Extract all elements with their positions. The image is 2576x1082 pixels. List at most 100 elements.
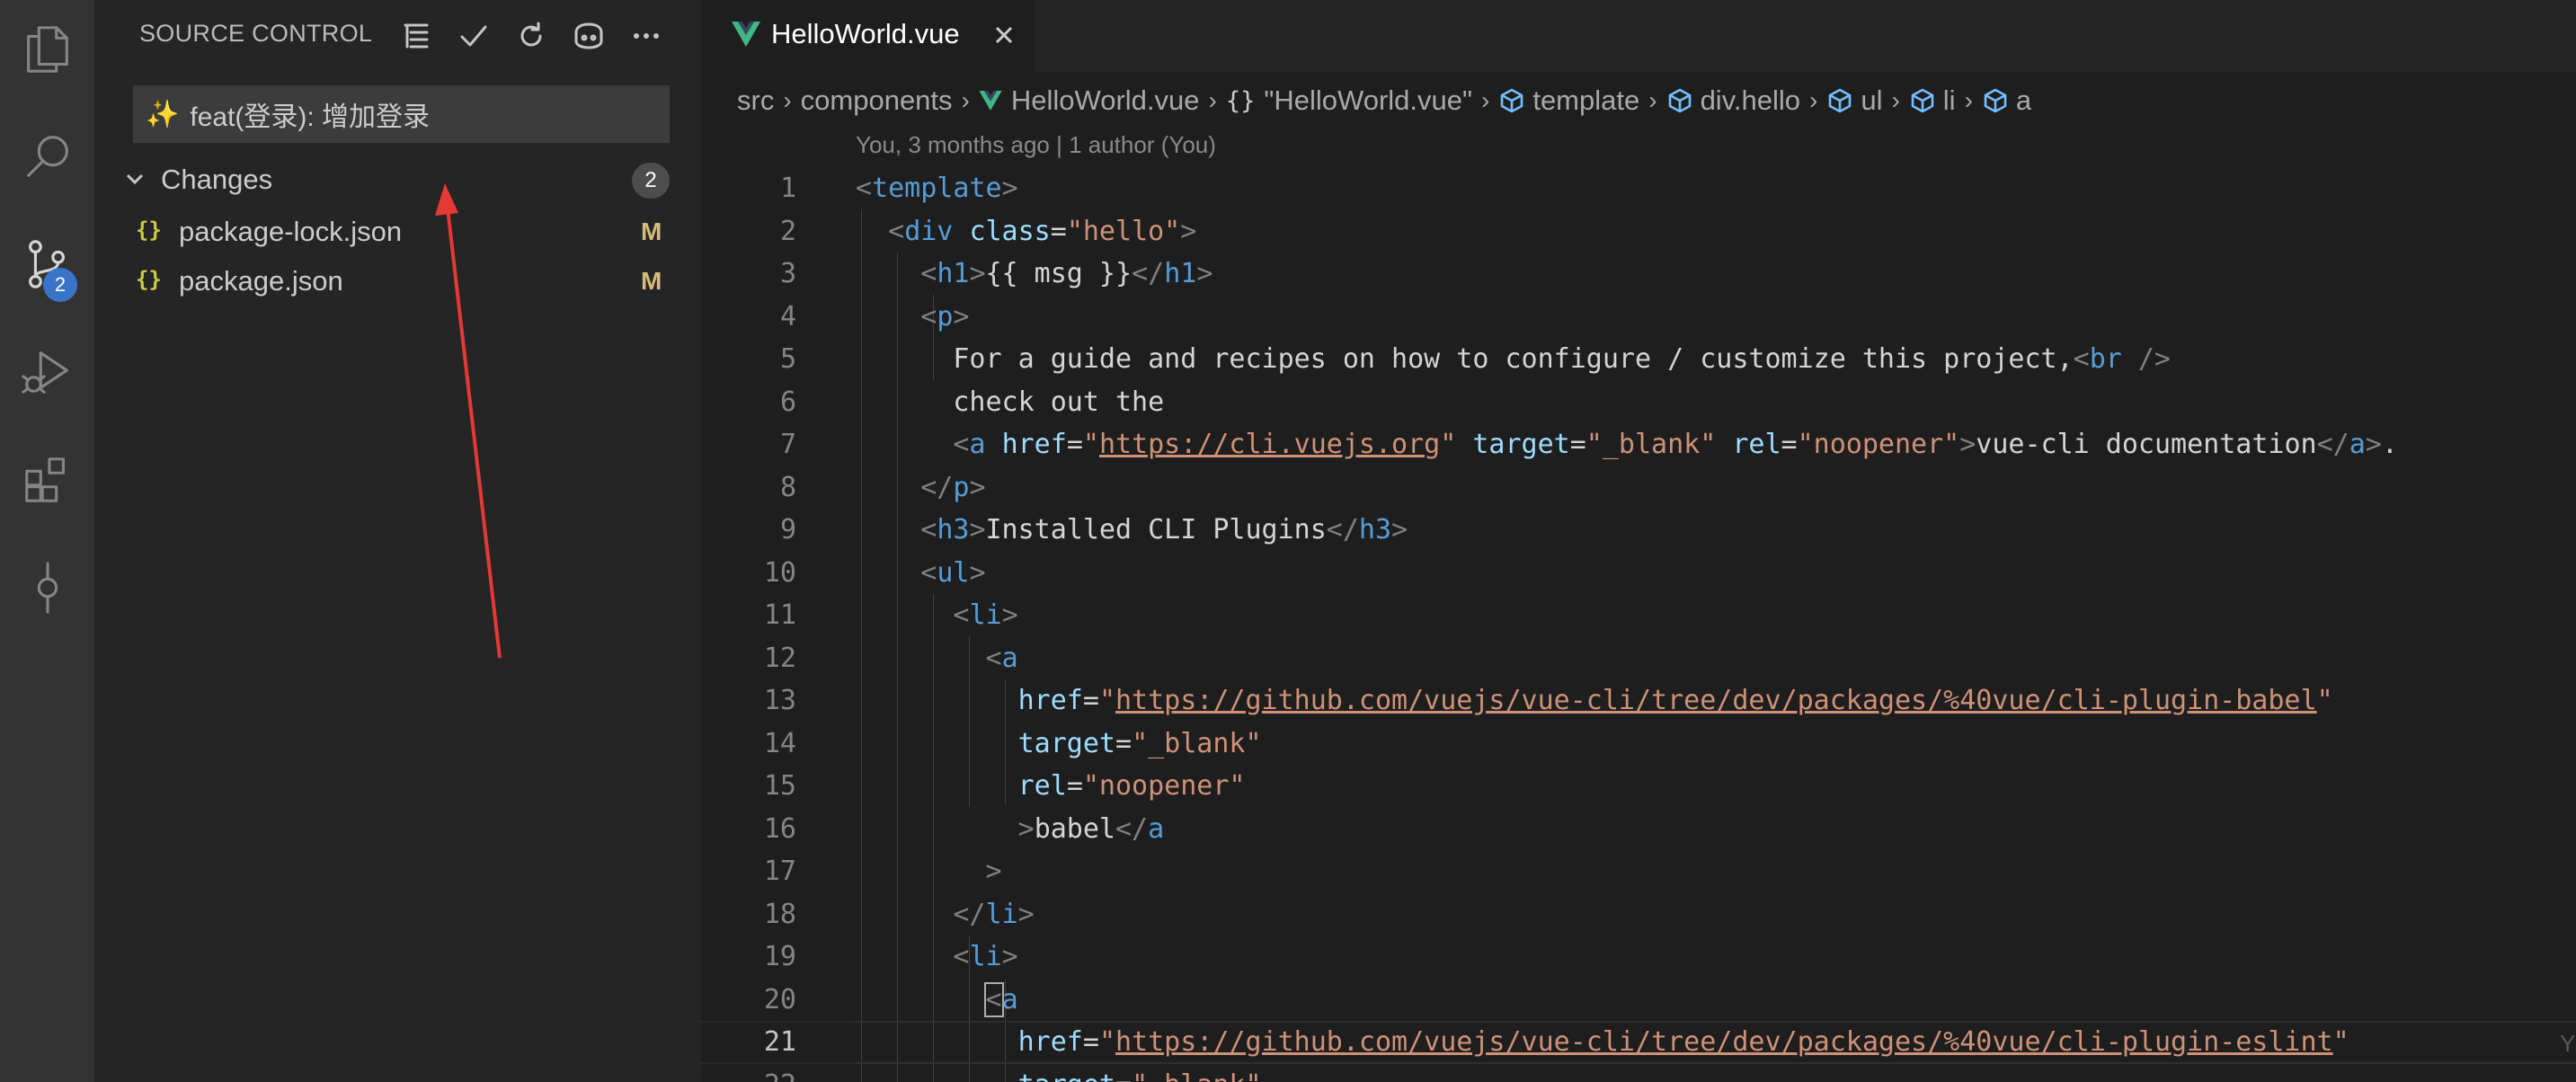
- code-line-current: 21 href="https://github.com/vuejs/vue-cl…: [701, 1021, 2576, 1064]
- code-token: "noopener": [1082, 770, 1246, 802]
- code-token: p: [937, 300, 954, 333]
- source-control-panel: SOURCE CONTROL ✨ feat(登录): 增加登录 Changes …: [94, 0, 701, 1082]
- tab-helloworld-vue[interactable]: HelloWorld.vue: [701, 0, 1035, 72]
- sparkle-icon[interactable]: ✨: [146, 99, 179, 130]
- code-token: target: [1472, 429, 1570, 460]
- code-text: <h3>Installed CLI Plugins</h3>: [920, 514, 1408, 545]
- line-number: 17: [763, 856, 796, 887]
- code-token: >: [985, 856, 1002, 887]
- activity-bar: 2: [0, 0, 94, 1082]
- code-line: 7 <a href="https://cli.vuejs.org" target…: [701, 423, 2576, 466]
- code-token: a: [1001, 642, 1018, 674]
- close-icon[interactable]: [989, 20, 1019, 50]
- code-text: href="https://github.com/vuejs/vue-cli/t…: [1017, 685, 2333, 716]
- matched-bracket: <: [983, 981, 1004, 1017]
- changed-file-row[interactable]: {} package.json M: [94, 256, 701, 305]
- chevron-right-icon: ›: [1891, 86, 1900, 114]
- breadcrumb-components[interactable]: components: [801, 84, 953, 117]
- breadcrumb-a[interactable]: a: [1982, 84, 2031, 117]
- cube-icon: [1984, 88, 2007, 113]
- panel-header: SOURCE CONTROL: [94, 0, 701, 72]
- file-name: package.json: [179, 265, 343, 297]
- code-token: ": [1440, 429, 1457, 460]
- line-number: 12: [763, 642, 796, 674]
- tab-label: HelloWorld.vue: [771, 18, 960, 49]
- breadcrumb-object[interactable]: {} "HelloWorld.vue": [1226, 84, 1472, 117]
- breadcrumb-div[interactable]: div.hello: [1666, 84, 1800, 117]
- line-number: 20: [763, 983, 796, 1015]
- code-token: babel: [1034, 812, 1115, 845]
- code-text: <a: [985, 642, 1018, 674]
- code-text: <a: [856, 979, 1018, 1022]
- code-token: rel: [1017, 770, 1067, 802]
- code-text: <a href="https://cli.vuejs.org" target="…: [953, 429, 2398, 460]
- breadcrumb-file-label: HelloWorld.vue: [1010, 84, 1200, 116]
- source-control-icon[interactable]: 2: [0, 221, 94, 307]
- copilot-icon[interactable]: [569, 16, 608, 56]
- code-token: href: [1017, 685, 1083, 716]
- chevron-down-icon[interactable]: [121, 165, 148, 192]
- file-name: package-lock.json: [179, 216, 403, 247]
- code-token: check out the: [953, 386, 1165, 418]
- code-text: </p>: [920, 471, 986, 503]
- chevron-right-icon: ›: [1208, 86, 1217, 114]
- code-token: h1: [937, 258, 970, 289]
- changed-file-row[interactable]: {} package-lock.json M: [94, 207, 701, 255]
- vue-file-icon: [979, 91, 1002, 111]
- chevron-right-icon: ›: [961, 86, 970, 114]
- line-number: 21: [763, 1026, 796, 1058]
- commit-message-input[interactable]: ✨ feat(登录): 增加登录: [133, 85, 670, 143]
- git-commit-icon[interactable]: [0, 545, 94, 631]
- code-line: 10 <ul>: [701, 552, 2576, 595]
- git-blame-codelens[interactable]: You, 3 months ago | 1 author (You): [856, 131, 1216, 159]
- code-token: a: [969, 429, 986, 460]
- code-token: li: [969, 941, 1002, 972]
- breadcrumb-src[interactable]: src: [737, 84, 774, 117]
- json-file-icon: {}: [136, 267, 162, 292]
- code-line: 12 <a: [701, 637, 2576, 680]
- code-link[interactable]: https://github.com/vuejs/vue-cli/tree/de…: [1115, 1026, 2333, 1058]
- chevron-right-icon: ›: [1809, 86, 1818, 114]
- chevron-right-icon: ›: [1481, 86, 1490, 114]
- commit-check-icon[interactable]: [454, 16, 493, 56]
- line-number: 1: [779, 173, 796, 204]
- code-token: ul: [937, 556, 970, 589]
- explorer-icon[interactable]: [0, 5, 94, 92]
- code-line: 1 <template>: [701, 167, 2576, 210]
- line-number: 11: [763, 599, 796, 631]
- code-link[interactable]: https://github.com/vuejs/vue-cli/tree/de…: [1115, 685, 2317, 716]
- code-text: target="_blank": [1017, 727, 1262, 759]
- run-debug-icon[interactable]: [0, 329, 94, 415]
- code-token: a: [1148, 812, 1165, 845]
- line-number: 9: [779, 514, 796, 545]
- code-token: p: [953, 471, 970, 503]
- file-status-modified: M: [641, 267, 662, 295]
- line-number: 13: [763, 685, 796, 716]
- code-link[interactable]: https://cli.vuejs.org: [1099, 429, 1440, 460]
- code-text: <h1>{{ msg }}</h1>: [920, 258, 1213, 289]
- search-icon[interactable]: [0, 113, 94, 200]
- breadcrumb-template[interactable]: template: [1498, 84, 1639, 117]
- json-file-icon: {}: [136, 217, 162, 243]
- breadcrumb-file[interactable]: HelloWorld.vue: [979, 84, 1200, 117]
- extensions-icon[interactable]: [0, 437, 94, 523]
- more-actions-icon[interactable]: [626, 16, 666, 56]
- breadcrumb-a-label: a: [2015, 84, 2032, 116]
- breadcrumb-li[interactable]: li: [1909, 84, 1956, 117]
- breadcrumb-ul[interactable]: ul: [1826, 84, 1882, 117]
- code-token: h1: [1164, 258, 1197, 289]
- code-line: 11 <li>: [701, 594, 2576, 637]
- view-as-tree-icon[interactable]: [396, 16, 436, 56]
- refresh-icon[interactable]: [511, 16, 551, 56]
- code-text: >babel</a: [1017, 812, 1165, 845]
- code-text: <p>: [920, 300, 970, 333]
- editor-area: HelloWorld.vue src › components › HelloW…: [701, 0, 2576, 1082]
- code-text: href="https://github.com/vuejs/vue-cli/t…: [1017, 1026, 2349, 1058]
- code-token: class: [969, 215, 1051, 247]
- code-text: <ul>: [920, 556, 986, 589]
- line-number: 2: [779, 215, 796, 247]
- changes-group-header[interactable]: Changes 2: [94, 155, 701, 205]
- code-text: >: [856, 850, 1002, 893]
- line-number: 5: [779, 343, 796, 375]
- commit-message-text: feat(登录): 增加登录: [190, 102, 431, 132]
